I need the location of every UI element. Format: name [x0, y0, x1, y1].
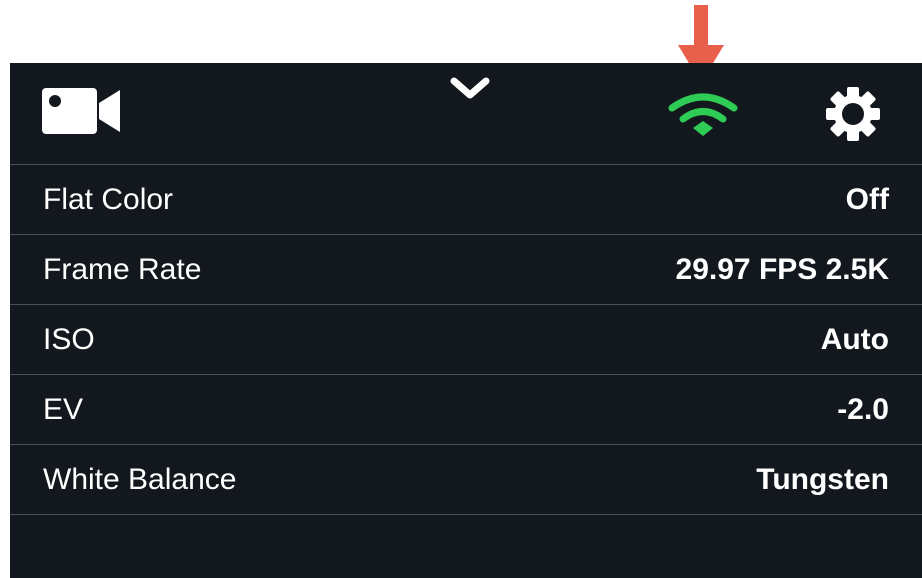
setting-row-iso[interactable]: ISO Auto	[10, 305, 922, 375]
wifi-icon[interactable]	[667, 92, 739, 138]
setting-label: Flat Color	[43, 183, 174, 216]
top-bar	[10, 63, 922, 165]
setting-label: EV	[43, 393, 84, 426]
setting-label: Frame Rate	[43, 253, 202, 286]
setting-value: Auto	[820, 323, 889, 356]
setting-value: 29.97 FPS 2.5K	[675, 253, 889, 286]
setting-label: ISO	[43, 323, 95, 356]
setting-value: Off	[845, 183, 889, 216]
setting-row-white-balance[interactable]: White Balance Tungsten	[10, 445, 922, 515]
stage: Flat Color Off Frame Rate 29.97 FPS 2.5K…	[0, 0, 922, 578]
setting-row-frame-rate[interactable]: Frame Rate 29.97 FPS 2.5K	[10, 235, 922, 305]
chevron-down-icon[interactable]	[448, 75, 492, 103]
setting-label: White Balance	[43, 463, 237, 496]
setting-row-ev[interactable]: EV -2.0	[10, 375, 922, 445]
setting-value: -2.0	[837, 393, 889, 426]
gear-icon[interactable]	[825, 86, 881, 142]
camera-settings-screen: Flat Color Off Frame Rate 29.97 FPS 2.5K…	[10, 63, 922, 578]
setting-value: Tungsten	[756, 463, 889, 496]
setting-row-flat-color[interactable]: Flat Color Off	[10, 165, 922, 235]
settings-list: Flat Color Off Frame Rate 29.97 FPS 2.5K…	[10, 165, 922, 515]
video-camera-icon[interactable]	[42, 88, 120, 134]
